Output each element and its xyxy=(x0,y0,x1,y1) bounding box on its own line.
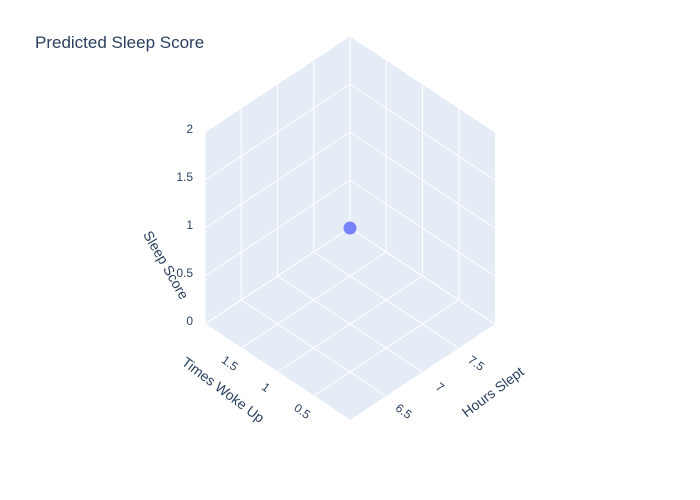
y-tick-label: 0.5 xyxy=(291,401,313,422)
z-tick-label: 1.5 xyxy=(176,170,193,184)
data-point[interactable] xyxy=(343,221,357,235)
x-axis-title: Hours Slept xyxy=(459,363,527,420)
y-tick-label: 1 xyxy=(259,380,273,395)
x-tick-label: 7.5 xyxy=(465,353,487,374)
y-tick-label: 1.5 xyxy=(219,353,241,374)
z-tick-label: 1 xyxy=(186,218,193,232)
z-tick-label: 0 xyxy=(186,314,193,328)
z-tick-label: 2 xyxy=(186,122,193,136)
z-axis-title: Sleep Score xyxy=(140,228,192,302)
x-tick-label: 6 xyxy=(361,428,375,443)
plot-3d-scene[interactable]: 66.577.50.511.500.511.52 Hours SleptTime… xyxy=(0,0,700,500)
scene-markers xyxy=(343,221,357,235)
x-tick-label: 6.5 xyxy=(393,401,415,422)
x-tick-label: 7 xyxy=(433,380,447,395)
